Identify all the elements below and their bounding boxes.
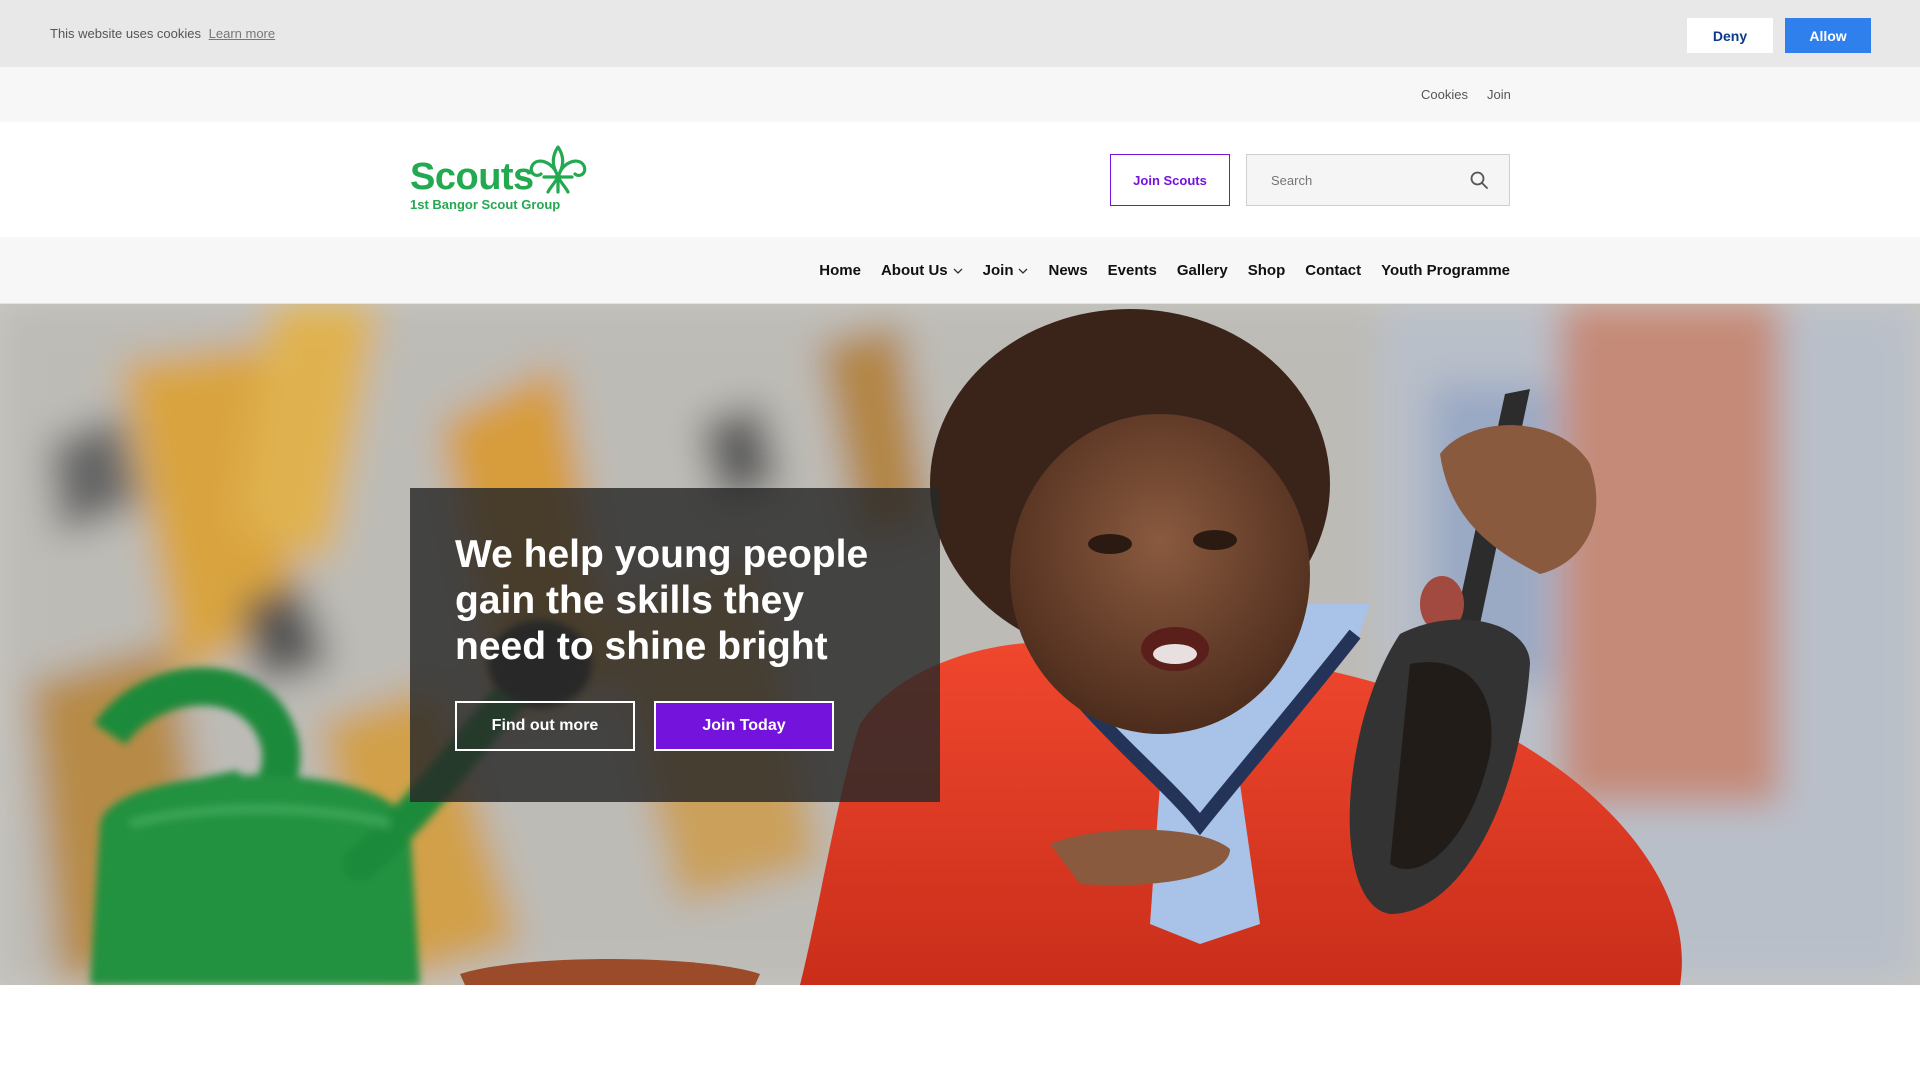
nav-item-label: News [1048,262,1088,279]
hero-card: We help young people gain the skills the… [410,488,940,802]
join-today-button[interactable]: Join Today [654,701,834,751]
nav-item-label: Shop [1247,262,1286,279]
utility-link-join[interactable]: Join [1487,87,1511,102]
logo-wordmark: Scouts [410,156,534,198]
search-input[interactable] [1247,155,1457,205]
hero-photo [0,304,1920,985]
cookie-allow-button[interactable]: Allow [1785,18,1871,53]
cookie-banner: This website uses cookies Learn more Den… [0,0,1920,67]
nav-item-shop[interactable]: Shop [1248,262,1286,279]
nav-item-label: About Us [880,262,948,279]
logo-group-name: 1st Bangor Scout Group [410,197,561,212]
nav-item-youth-programme[interactable]: Youth Programme [1381,262,1510,279]
cookie-message-text: This website uses cookies [50,26,202,41]
chevron-down-icon [1019,268,1028,274]
cookie-learn-more-link[interactable]: Learn more [209,26,275,41]
nav-item-gallery[interactable]: Gallery [1177,262,1228,279]
site-header: Scouts 1st Bangor Scout Group Join Scout… [0,122,1920,237]
nav-item-home[interactable]: Home [819,262,861,279]
nav-item-label: Join [982,262,1014,279]
nav-item-join[interactable]: Join [983,262,1029,279]
nav-item-news[interactable]: News [1048,262,1087,279]
nav-item-about-us[interactable]: About Us [881,262,963,279]
nav-item-label: Youth Programme [1381,262,1510,279]
fleur-de-lis-icon [529,145,587,194]
chevron-down-icon [953,268,963,274]
nav-item-label: Contact [1305,262,1362,279]
scouts-logo[interactable]: Scouts 1st Bangor Scout Group [410,144,600,214]
cookie-deny-button[interactable]: Deny [1687,18,1773,53]
nav-item-contact[interactable]: Contact [1305,262,1361,279]
nav-item-events[interactable]: Events [1108,262,1157,279]
find-out-more-button[interactable]: Find out more [455,701,635,751]
main-navigation: Home About Us Join News Events Gallery S… [0,237,1920,304]
hero-headline: We help young people gain the skills the… [455,533,869,668]
nav-item-label: Home [819,262,861,279]
hero-banner: We help young people gain the skills the… [0,304,1920,985]
nav-item-label: Events [1107,262,1157,279]
search-box [1246,154,1510,206]
nav-item-label: Gallery [1176,262,1228,279]
join-scouts-button[interactable]: Join Scouts [1110,154,1230,206]
search-icon[interactable] [1469,170,1489,190]
utility-bar: Cookies Join [0,67,1920,122]
utility-link-cookies[interactable]: Cookies [1421,87,1468,102]
cookie-message: This website uses cookies Learn more [50,26,275,41]
main-nav-list: Home About Us Join News Events Gallery S… [819,237,1510,304]
